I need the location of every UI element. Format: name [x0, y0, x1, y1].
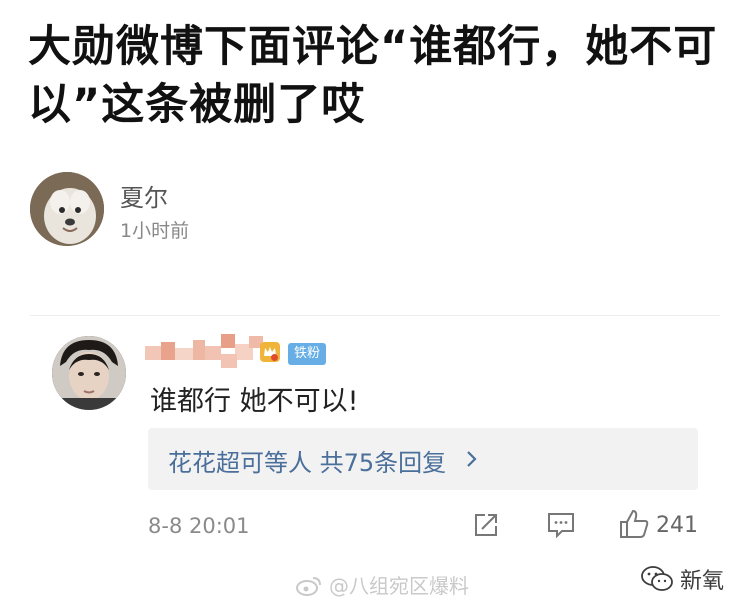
wechat-watermark: 新氧: [640, 563, 724, 595]
weibo-watermark: @八组宛区爆料: [295, 570, 469, 599]
blurred-username: [145, 334, 263, 368]
chevron-right-icon: [467, 451, 477, 467]
comment-icon[interactable]: [546, 511, 576, 539]
like-icon[interactable]: [618, 508, 650, 540]
comment-text: 谁都行 她不可以!: [150, 386, 359, 417]
comment-card: 铁粉 谁都行 她不可以! 花花超可等人 共75条回复 8-8 20:01 241: [30, 315, 720, 566]
wechat-watermark-text: 新氧: [680, 569, 725, 594]
comment-time: 8-8 20:01: [148, 514, 250, 538]
dog-avatar-image: [30, 172, 104, 246]
commenter-avatar[interactable]: [52, 336, 126, 410]
weibo-logo-icon: [296, 576, 321, 596]
weibo-watermark-text: @八组宛区爆料: [329, 574, 469, 598]
share-icon[interactable]: [472, 511, 500, 539]
like-count: 241: [656, 513, 698, 538]
wechat-logo-icon: [641, 566, 673, 591]
post-time: 1小时前: [120, 220, 190, 242]
author-avatar[interactable]: [30, 172, 104, 246]
post-title: 大勋微博下面评论“谁都行，她不可以”这条被删了哎: [28, 22, 718, 130]
replies-label: 花花超可等人 共75条回复: [168, 449, 447, 477]
fan-badge: 铁粉: [288, 343, 327, 365]
author-name[interactable]: 夏尔: [120, 178, 168, 213]
view-replies-button[interactable]: 花花超可等人 共75条回复: [148, 428, 698, 490]
vip-crown-icon: [260, 342, 280, 362]
man-avatar-image: [52, 336, 126, 410]
